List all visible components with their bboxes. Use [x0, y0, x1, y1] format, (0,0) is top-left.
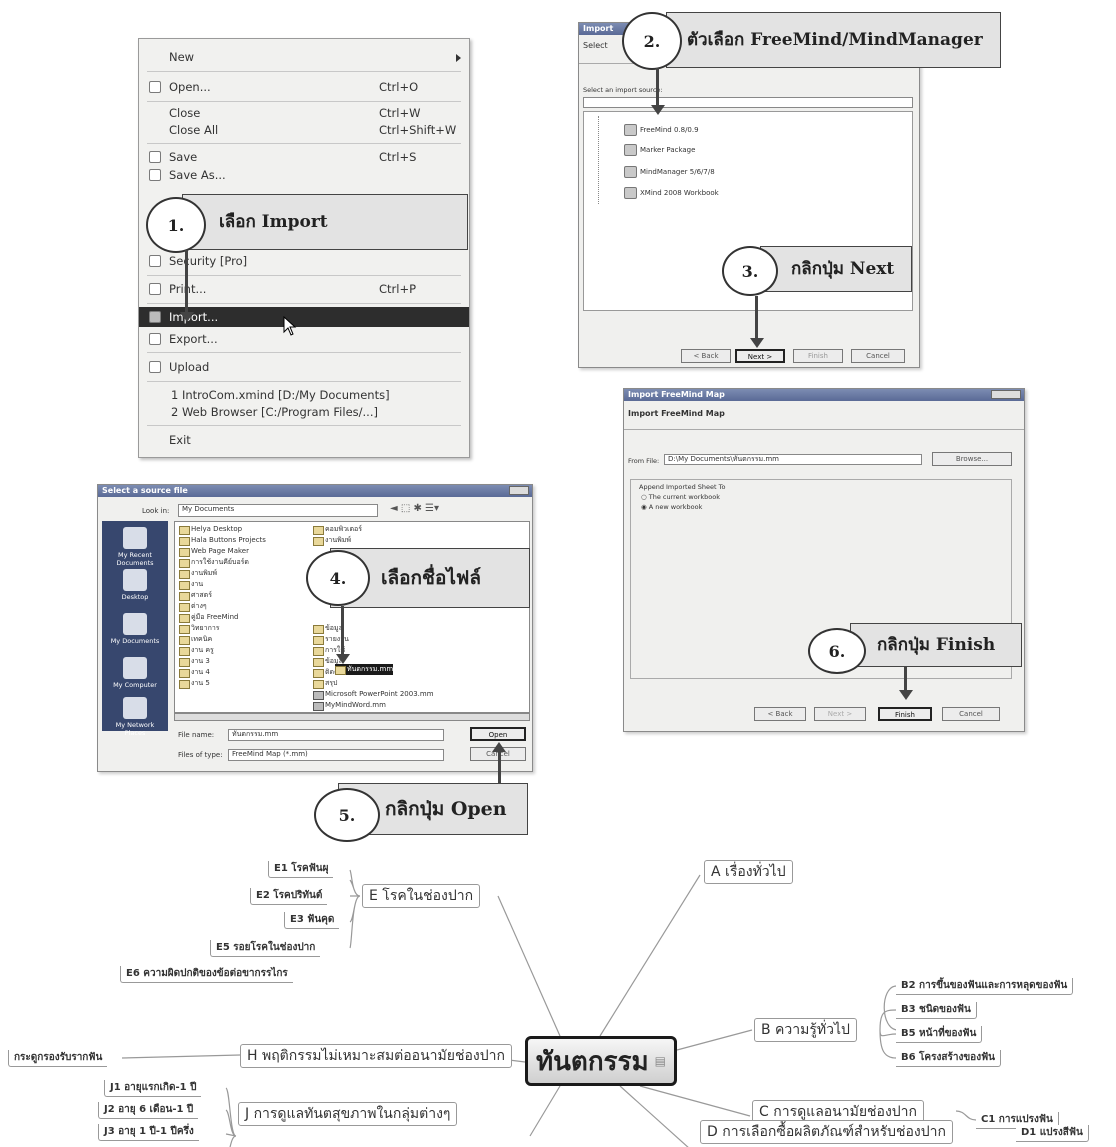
branch-line-c-children	[955, 1110, 977, 1121]
topic-d[interactable]: D การเลือกซื้อผลิตภัณฑ์สำหรับช่องปาก	[700, 1120, 953, 1144]
branch-line-b-children	[879, 985, 899, 1059]
topic-a[interactable]: A เรื่องทั่วไป	[704, 860, 793, 884]
topic-b[interactable]: B ความรู้ทั่วไป	[754, 1018, 857, 1042]
branch-line-a	[599, 874, 701, 1037]
subtopic-j1[interactable]: J1 อายุแรกเกิด-1 ปี	[104, 1080, 202, 1097]
subtopic-e2[interactable]: E2 โรคปริทันต์	[250, 888, 328, 905]
branch-line-b	[676, 1029, 753, 1051]
branch-line-e-children	[349, 869, 361, 949]
topic-e[interactable]: E โรคในช่องปาก	[362, 884, 481, 908]
subtopic-e1[interactable]: E1 โรคฟันผุ	[268, 861, 334, 878]
subtopic-j3[interactable]: J3 อายุ 1 ปี-1 ปีครึ่ง	[98, 1124, 199, 1141]
subtopic-j2[interactable]: J2 อายุ 6 เดือน-1 ปี	[98, 1102, 199, 1119]
subtopic-d1[interactable]: D1 แปรงสีฟัน	[1016, 1125, 1089, 1142]
subtopic-b3[interactable]: B3 ชนิดของฟัน	[896, 1002, 977, 1019]
subtopic-e6[interactable]: E6 ความผิดปกติของข้อต่อขากรรไกร	[120, 966, 293, 983]
topic-h[interactable]: H พฤติกรรมไม่เหมาะสมต่ออนามัยช่องปาก	[240, 1044, 512, 1068]
subtopic-e3[interactable]: E3 ฟันคุด	[284, 912, 340, 929]
note-icon: ▤	[654, 1054, 666, 1068]
subtopic-h1[interactable]: กระดูกรองรับรากฟัน	[8, 1050, 108, 1067]
topic-j[interactable]: J การดูแลทันตสุขภาพในกลุ่มต่างๆ	[238, 1102, 458, 1126]
subtopic-b5[interactable]: B5 หน้าที่ของฟัน	[896, 1026, 983, 1043]
branch-line-h-children	[121, 1054, 241, 1059]
branch-line-j	[529, 1085, 561, 1137]
subtopic-b2[interactable]: B2 การขึ้นของฟันและการหลุดของฟัน	[896, 978, 1074, 995]
branch-line-d	[619, 1085, 689, 1147]
mindmap-central-topic[interactable]: ทันตกรรม ▤	[525, 1036, 677, 1086]
subtopic-b6[interactable]: B6 โครงสร้างของฟัน	[896, 1050, 1001, 1067]
branch-line-c	[639, 1085, 751, 1117]
subtopic-e5[interactable]: E5 รอยโรคในช่องปาก	[210, 940, 321, 957]
branch-line-e	[497, 895, 561, 1037]
branch-line-j-children	[225, 1087, 237, 1147]
